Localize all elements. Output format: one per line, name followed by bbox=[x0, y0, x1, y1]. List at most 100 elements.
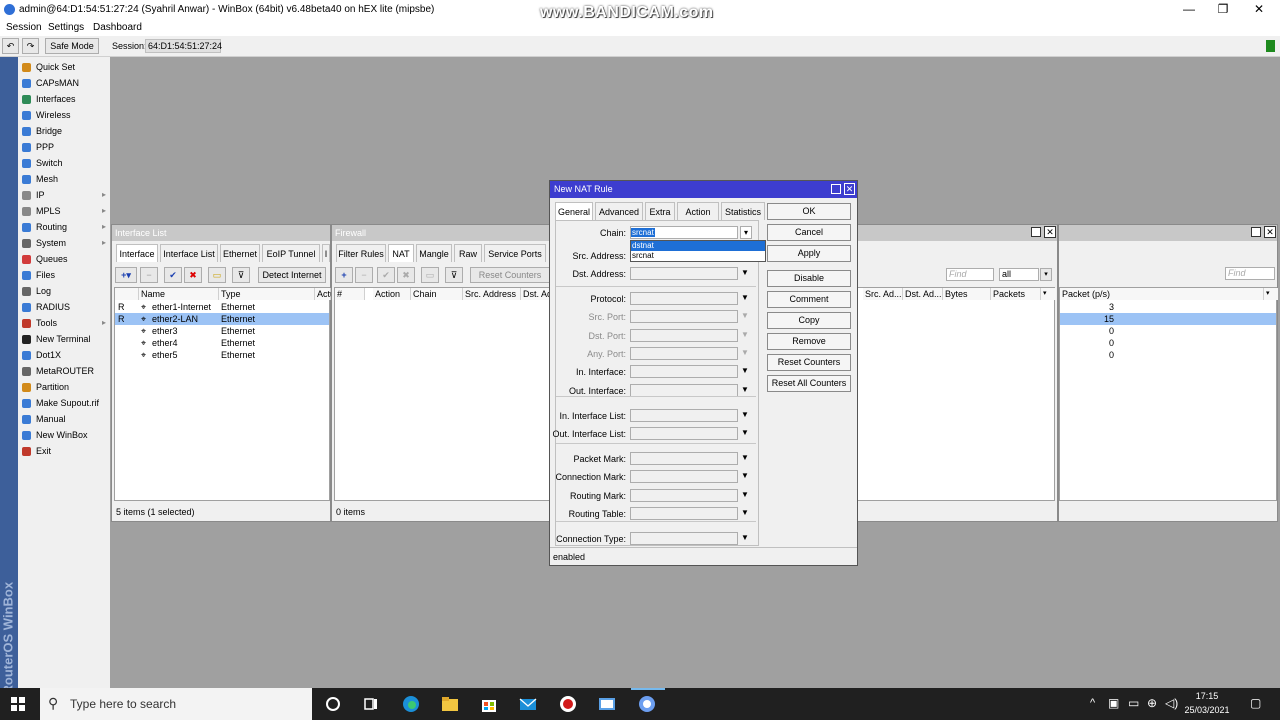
disable-rule-icon[interactable]: ✖ bbox=[397, 267, 415, 283]
dropdown-arrow-icon[interactable]: ▼ bbox=[741, 366, 749, 375]
ok-button[interactable]: OK bbox=[767, 203, 851, 220]
menu-dashboard[interactable]: Dashboard bbox=[93, 22, 142, 33]
col-bytes[interactable]: Bytes bbox=[943, 288, 991, 300]
table-row[interactable]: 15 bbox=[1060, 313, 1276, 325]
dst-address-field[interactable] bbox=[630, 267, 738, 280]
table-row[interactable]: 3 bbox=[1060, 301, 1276, 313]
copy-button[interactable]: Copy bbox=[767, 312, 851, 329]
chain-option-srcnat[interactable]: srcnat bbox=[631, 251, 765, 261]
comment-icon[interactable]: ▭ bbox=[208, 267, 226, 283]
table-row[interactable]: ⌖ ether3 Ethernet bbox=[115, 325, 329, 337]
notification-icon[interactable]: ▢ bbox=[1250, 696, 1261, 710]
col-number[interactable]: # bbox=[335, 288, 365, 300]
dropdown-arrow-icon[interactable]: ▼ bbox=[741, 428, 749, 437]
sidebar-item-capsman[interactable]: CAPsMAN bbox=[20, 75, 108, 91]
redo-icon[interactable]: ↷ bbox=[22, 38, 39, 54]
tab-raw[interactable]: Raw bbox=[454, 244, 482, 262]
col-src-address-list[interactable]: Src. Ad... bbox=[863, 288, 903, 300]
file-explorer-icon[interactable] bbox=[441, 695, 459, 713]
col-packet-rate[interactable]: Packet (p/s) bbox=[1060, 288, 1264, 300]
detect-internet-button[interactable]: Detect Internet bbox=[258, 267, 326, 283]
chain-select[interactable]: srcnat bbox=[630, 226, 738, 239]
sidebar-item-wireless[interactable]: Wireless bbox=[20, 107, 108, 123]
col-chain[interactable]: Chain bbox=[411, 288, 463, 300]
filter-icon[interactable]: ⊽ bbox=[232, 267, 250, 283]
add-rule-icon[interactable]: + bbox=[335, 267, 353, 283]
reset-all-counters-button[interactable]: Reset All Counters bbox=[767, 375, 851, 392]
dropdown-arrow-icon[interactable]: ▼ bbox=[741, 508, 749, 517]
filter-dropdown-arrow-icon[interactable]: ▾ bbox=[1040, 268, 1052, 281]
chain-option-dstnat[interactable]: dstnat bbox=[631, 241, 765, 251]
table-row[interactable]: 0 bbox=[1060, 325, 1276, 337]
sidebar-item-ip[interactable]: IP ▸ bbox=[20, 187, 108, 203]
tab-action[interactable]: Action bbox=[677, 202, 719, 220]
connection-type-field[interactable] bbox=[630, 532, 738, 545]
tray-battery-icon[interactable]: ▭ bbox=[1128, 696, 1139, 710]
table-row[interactable]: R ⌖ ether1-Internet Ethernet bbox=[115, 301, 329, 313]
menu-session[interactable]: Session bbox=[6, 22, 42, 33]
traffic-find-input[interactable]: Find bbox=[1225, 267, 1275, 280]
sidebar-item-partition[interactable]: Partition bbox=[20, 379, 108, 395]
task-view-icon[interactable] bbox=[362, 695, 380, 713]
mail-icon[interactable] bbox=[519, 695, 537, 713]
in-interface-list-field[interactable] bbox=[630, 409, 738, 422]
traffic-maximize-icon[interactable] bbox=[1251, 227, 1261, 237]
taskbar-search-box[interactable]: ⚲ Type here to search bbox=[40, 688, 312, 720]
maximize-button[interactable]: ❐ bbox=[1208, 2, 1238, 16]
tab-ethernet[interactable]: Ethernet bbox=[220, 244, 260, 262]
sidebar-item-new-terminal[interactable]: New Terminal bbox=[20, 331, 108, 347]
dropdown-arrow-icon[interactable]: ▼ bbox=[741, 410, 749, 419]
dropdown-arrow-icon[interactable]: ▼ bbox=[741, 533, 749, 542]
table-row[interactable]: ⌖ ether4 Ethernet bbox=[115, 337, 329, 349]
sidebar-item-files[interactable]: Files bbox=[20, 267, 108, 283]
sidebar-item-routing[interactable]: Routing ▸ bbox=[20, 219, 108, 235]
add-icon[interactable]: +▾ bbox=[115, 267, 137, 283]
table-row[interactable]: ⌖ ether5 Ethernet bbox=[115, 349, 329, 361]
sidebar-item-dot1x[interactable]: Dot1X bbox=[20, 347, 108, 363]
winbox-active-icon[interactable] bbox=[638, 695, 656, 713]
out-interface-list-field[interactable] bbox=[630, 427, 738, 440]
sidebar-item-ppp[interactable]: PPP bbox=[20, 139, 108, 155]
traffic-columns-menu-icon[interactable]: ▾ bbox=[1264, 288, 1278, 300]
clock-date[interactable]: 25/03/2021 bbox=[1184, 705, 1230, 715]
sidebar-item-mesh[interactable]: Mesh bbox=[20, 171, 108, 187]
routing-table-field[interactable] bbox=[630, 507, 738, 520]
table-row[interactable]: 0 bbox=[1060, 337, 1276, 349]
sidebar-item-switch[interactable]: Switch bbox=[20, 155, 108, 171]
dialog-close-icon[interactable]: ✕ bbox=[844, 183, 855, 195]
sidebar-item-bridge[interactable]: Bridge bbox=[20, 123, 108, 139]
remove-icon[interactable]: − bbox=[140, 267, 158, 283]
enable-rule-icon[interactable]: ✔ bbox=[377, 267, 395, 283]
tab-nat[interactable]: NAT bbox=[388, 244, 414, 262]
winbox-taskbar-icon[interactable] bbox=[598, 695, 616, 713]
disable-button[interactable]: Disable bbox=[767, 270, 851, 287]
table-row[interactable]: R ⌖ ether2-LAN Ethernet bbox=[115, 313, 329, 325]
in-interface-field[interactable] bbox=[630, 365, 738, 378]
dropdown-arrow-icon[interactable]: ▼ bbox=[741, 311, 749, 320]
dialog-maximize-icon[interactable] bbox=[831, 184, 841, 194]
filter-rule-icon[interactable]: ⊽ bbox=[445, 267, 463, 283]
connection-mark-field[interactable] bbox=[630, 470, 738, 483]
tab-extra[interactable]: Extra bbox=[645, 202, 675, 220]
firewall-find-input[interactable]: Find bbox=[946, 268, 994, 281]
minimize-button[interactable]: — bbox=[1174, 2, 1204, 16]
dropdown-arrow-icon[interactable]: ▼ bbox=[741, 348, 749, 357]
sidebar-item-quick-set[interactable]: Quick Set bbox=[20, 59, 108, 75]
sidebar-item-metarouter[interactable]: MetaROUTER bbox=[20, 363, 108, 379]
sidebar-item-tools[interactable]: Tools ▸ bbox=[20, 315, 108, 331]
remove-button[interactable]: Remove bbox=[767, 333, 851, 350]
remove-rule-icon[interactable]: − bbox=[355, 267, 373, 283]
menu-settings[interactable]: Settings bbox=[48, 22, 84, 33]
disable-icon[interactable]: ✖ bbox=[184, 267, 202, 283]
tab-service-ports[interactable]: Service Ports bbox=[484, 244, 546, 262]
firewall-filter-select[interactable]: all bbox=[999, 268, 1039, 281]
windows-start-icon[interactable] bbox=[11, 697, 25, 711]
dropdown-arrow-icon[interactable]: ▼ bbox=[741, 385, 749, 394]
packet-mark-field[interactable] bbox=[630, 452, 738, 465]
tray-network-icon[interactable]: ▣ bbox=[1108, 696, 1119, 710]
close-icon[interactable]: ✕ bbox=[1044, 226, 1056, 238]
sidebar-item-queues[interactable]: Queues bbox=[20, 251, 108, 267]
tab-filter-rules[interactable]: Filter Rules bbox=[336, 244, 386, 262]
dropdown-arrow-icon[interactable]: ▼ bbox=[741, 453, 749, 462]
columns-menu-icon[interactable]: ▾ bbox=[1041, 288, 1056, 300]
